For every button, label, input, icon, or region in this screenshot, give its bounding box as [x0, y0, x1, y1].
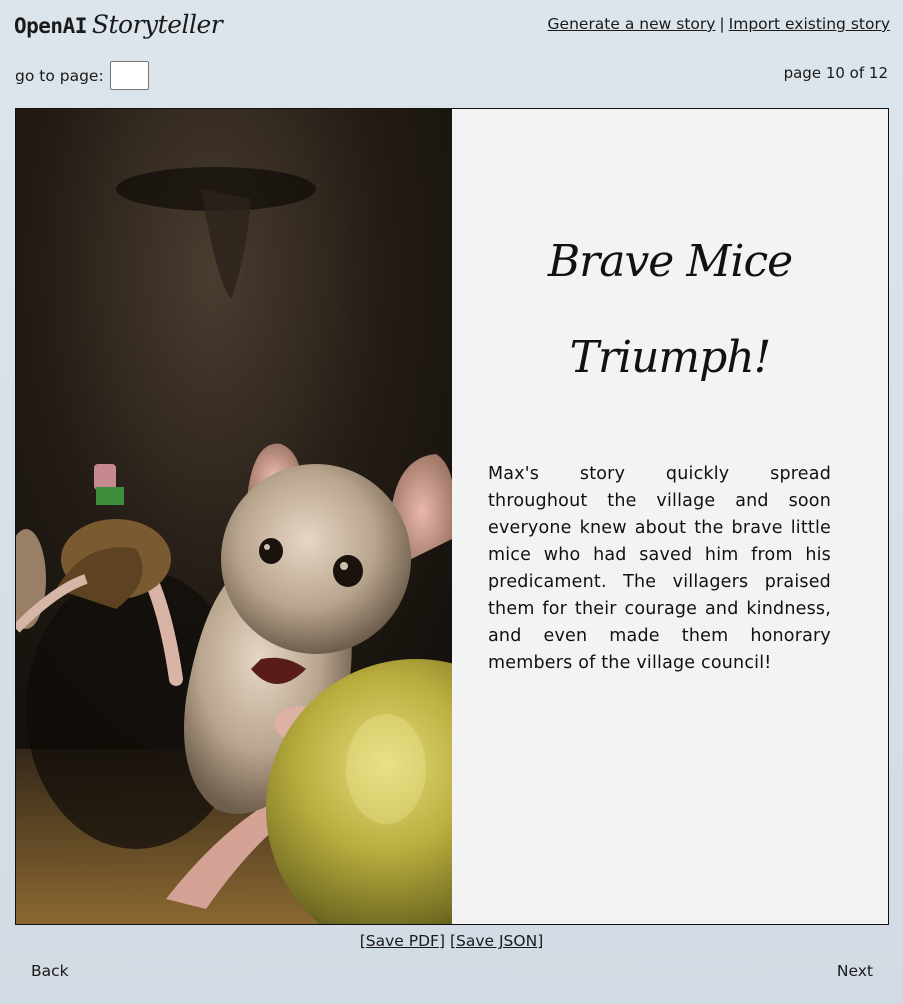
save-json-bracket-close: ] [537, 932, 544, 950]
import-story-link[interactable]: Import existing story [729, 15, 890, 33]
next-button[interactable]: Next [837, 962, 873, 980]
app-logo: OpenAI Storyteller [14, 10, 223, 39]
story-title-line-2: Triumph! [569, 332, 772, 383]
story-page-title: Brave Mice Triumph! [452, 214, 888, 406]
page-indicator: page 10 of 12 [783, 64, 888, 82]
generate-story-link[interactable]: Generate a new story [548, 15, 716, 33]
goto-page-input[interactable] [109, 61, 149, 90]
storybook-page: Brave Mice Triumph! Max's story quickly … [15, 108, 889, 925]
story-title-line-1: Brave Mice [547, 236, 793, 287]
back-button[interactable]: Back [31, 962, 69, 980]
header-links: Generate a new story | Import existing sto… [548, 15, 890, 33]
goto-page-label: go to page: [15, 66, 104, 85]
save-pdf-bracket-close: ] [438, 932, 446, 950]
save-pdf-link[interactable]: Save PDF [366, 932, 439, 950]
logo-storyteller-text: Storyteller [91, 10, 223, 39]
story-page-body: Max's story quickly spread throughout th… [488, 464, 831, 673]
save-links: [Save PDF] [Save JSON] [0, 932, 903, 950]
story-text-page: Brave Mice Triumph! Max's story quickly … [452, 109, 888, 924]
top-bar: OpenAI Storyteller Generate a new story |… [0, 0, 903, 100]
logo-openai-text: OpenAI [14, 14, 87, 38]
story-illustration [16, 109, 452, 924]
link-separator: | [719, 15, 725, 33]
goto-page: go to page: [15, 61, 149, 90]
save-json-link[interactable]: Save JSON [456, 932, 537, 950]
